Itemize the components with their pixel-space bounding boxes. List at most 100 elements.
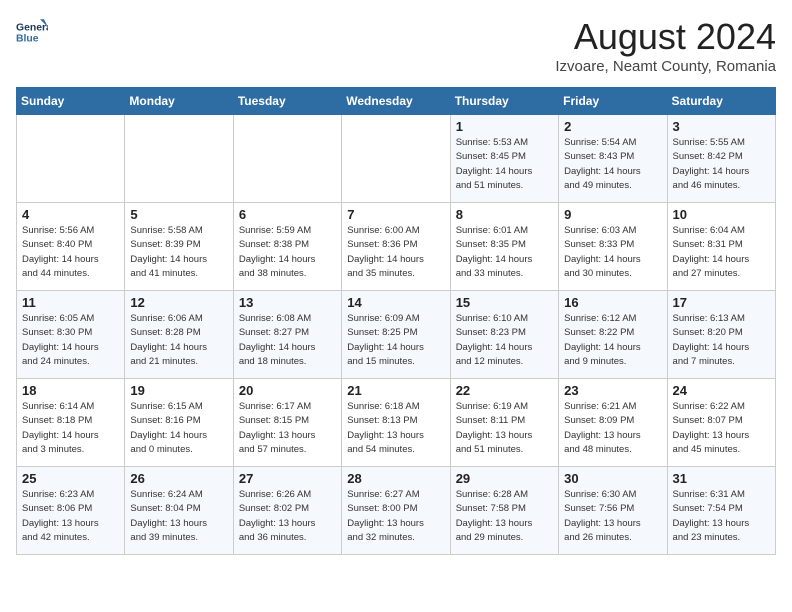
weekday-header-monday: Monday xyxy=(125,88,233,115)
day-info: Sunrise: 5:54 AMSunset: 8:43 PMDaylight:… xyxy=(564,136,661,193)
day-number: 18 xyxy=(22,383,119,398)
calendar-cell: 11 Sunrise: 6:05 AMSunset: 8:30 PMDayligh… xyxy=(17,291,125,379)
day-info: Sunrise: 6:19 AMSunset: 8:11 PMDaylight:… xyxy=(456,400,553,457)
day-number: 2 xyxy=(564,119,661,134)
day-number: 7 xyxy=(347,207,444,222)
day-number: 19 xyxy=(130,383,227,398)
weekday-header-saturday: Saturday xyxy=(667,88,775,115)
svg-text:General: General xyxy=(16,22,48,33)
day-number: 11 xyxy=(22,295,119,310)
day-info: Sunrise: 6:17 AMSunset: 8:15 PMDaylight:… xyxy=(239,400,336,457)
day-info: Sunrise: 6:26 AMSunset: 8:02 PMDaylight:… xyxy=(239,488,336,545)
day-number: 1 xyxy=(456,119,553,134)
day-number: 31 xyxy=(673,471,770,486)
calendar-cell: 19 Sunrise: 6:15 AMSunset: 8:16 PMDayligh… xyxy=(125,379,233,467)
day-info: Sunrise: 6:04 AMSunset: 8:31 PMDaylight:… xyxy=(673,224,770,281)
day-number: 6 xyxy=(239,207,336,222)
day-info: Sunrise: 5:58 AMSunset: 8:39 PMDaylight:… xyxy=(130,224,227,281)
calendar-table: SundayMondayTuesdayWednesdayThursdayFrid… xyxy=(16,87,776,555)
calendar-cell: 1 Sunrise: 5:53 AMSunset: 8:45 PMDaylight… xyxy=(450,115,558,203)
day-info: Sunrise: 6:28 AMSunset: 7:58 PMDaylight:… xyxy=(456,488,553,545)
calendar-cell: 21 Sunrise: 6:18 AMSunset: 8:13 PMDayligh… xyxy=(342,379,450,467)
calendar-cell: 5 Sunrise: 5:58 AMSunset: 8:39 PMDaylight… xyxy=(125,203,233,291)
day-number: 16 xyxy=(564,295,661,310)
calendar-cell: 26 Sunrise: 6:24 AMSunset: 8:04 PMDayligh… xyxy=(125,467,233,555)
day-number: 24 xyxy=(673,383,770,398)
day-info: Sunrise: 6:21 AMSunset: 8:09 PMDaylight:… xyxy=(564,400,661,457)
calendar-cell: 12 Sunrise: 6:06 AMSunset: 8:28 PMDayligh… xyxy=(125,291,233,379)
calendar-cell: 23 Sunrise: 6:21 AMSunset: 8:09 PMDayligh… xyxy=(559,379,667,467)
calendar-cell: 3 Sunrise: 5:55 AMSunset: 8:42 PMDaylight… xyxy=(667,115,775,203)
calendar-cell xyxy=(125,115,233,203)
calendar-cell: 16 Sunrise: 6:12 AMSunset: 8:22 PMDayligh… xyxy=(559,291,667,379)
day-number: 8 xyxy=(456,207,553,222)
calendar-cell: 10 Sunrise: 6:04 AMSunset: 8:31 PMDayligh… xyxy=(667,203,775,291)
day-number: 3 xyxy=(673,119,770,134)
day-number: 28 xyxy=(347,471,444,486)
day-info: Sunrise: 5:56 AMSunset: 8:40 PMDaylight:… xyxy=(22,224,119,281)
calendar-cell: 18 Sunrise: 6:14 AMSunset: 8:18 PMDayligh… xyxy=(17,379,125,467)
day-info: Sunrise: 6:06 AMSunset: 8:28 PMDaylight:… xyxy=(130,312,227,369)
day-number: 9 xyxy=(564,207,661,222)
day-number: 14 xyxy=(347,295,444,310)
logo-icon: General Blue xyxy=(16,16,48,48)
day-info: Sunrise: 6:15 AMSunset: 8:16 PMDaylight:… xyxy=(130,400,227,457)
day-info: Sunrise: 6:14 AMSunset: 8:18 PMDaylight:… xyxy=(22,400,119,457)
calendar-cell: 22 Sunrise: 6:19 AMSunset: 8:11 PMDayligh… xyxy=(450,379,558,467)
title-section: August 2024 Izvoare, Neamt County, Roman… xyxy=(555,16,776,75)
weekday-header-friday: Friday xyxy=(559,88,667,115)
day-number: 27 xyxy=(239,471,336,486)
day-number: 21 xyxy=(347,383,444,398)
month-year: August 2024 xyxy=(555,16,776,58)
day-info: Sunrise: 5:59 AMSunset: 8:38 PMDaylight:… xyxy=(239,224,336,281)
day-info: Sunrise: 6:08 AMSunset: 8:27 PMDaylight:… xyxy=(239,312,336,369)
weekday-header-thursday: Thursday xyxy=(450,88,558,115)
calendar-cell: 28Sunrise: 6:27 AMSunset: 8:00 PMDayligh… xyxy=(342,467,450,555)
day-number: 22 xyxy=(456,383,553,398)
calendar-cell: 30 Sunrise: 6:30 AMSunset: 7:56 PMDayligh… xyxy=(559,467,667,555)
day-info: Sunrise: 6:24 AMSunset: 8:04 PMDaylight:… xyxy=(130,488,227,545)
day-info: Sunrise: 6:30 AMSunset: 7:56 PMDaylight:… xyxy=(564,488,661,545)
day-number: 30 xyxy=(564,471,661,486)
calendar-cell: 31 Sunrise: 6:31 AMSunset: 7:54 PMDayligh… xyxy=(667,467,775,555)
calendar-cell: 9 Sunrise: 6:03 AMSunset: 8:33 PMDaylight… xyxy=(559,203,667,291)
calendar-cell xyxy=(233,115,341,203)
calendar-cell: 15 Sunrise: 6:10 AMSunset: 8:23 PMDayligh… xyxy=(450,291,558,379)
day-number: 12 xyxy=(130,295,227,310)
day-info: Sunrise: 6:22 AMSunset: 8:07 PMDaylight:… xyxy=(673,400,770,457)
calendar-cell: 20 Sunrise: 6:17 AMSunset: 8:15 PMDayligh… xyxy=(233,379,341,467)
calendar-cell: 24 Sunrise: 6:22 AMSunset: 8:07 PMDayligh… xyxy=(667,379,775,467)
weekday-header-sunday: Sunday xyxy=(17,88,125,115)
weekday-header-tuesday: Tuesday xyxy=(233,88,341,115)
calendar-cell: 27 Sunrise: 6:26 AMSunset: 8:02 PMDayligh… xyxy=(233,467,341,555)
calendar-cell: 7Sunrise: 6:00 AMSunset: 8:36 PMDaylight… xyxy=(342,203,450,291)
day-number: 5 xyxy=(130,207,227,222)
day-number: 23 xyxy=(564,383,661,398)
day-info: Sunrise: 6:13 AMSunset: 8:20 PMDaylight:… xyxy=(673,312,770,369)
calendar-cell: 14 Sunrise: 6:09 AMSunset: 8:25 PMDayligh… xyxy=(342,291,450,379)
day-info: Sunrise: 6:03 AMSunset: 8:33 PMDaylight:… xyxy=(564,224,661,281)
day-number: 29 xyxy=(456,471,553,486)
calendar-cell xyxy=(342,115,450,203)
weekday-header-wednesday: Wednesday xyxy=(342,88,450,115)
day-number: 20 xyxy=(239,383,336,398)
day-info: Sunrise: 5:53 AMSunset: 8:45 PMDaylight:… xyxy=(456,136,553,193)
day-number: 15 xyxy=(456,295,553,310)
day-info: Sunrise: 6:12 AMSunset: 8:22 PMDaylight:… xyxy=(564,312,661,369)
day-info: Sunrise: 6:18 AMSunset: 8:13 PMDaylight:… xyxy=(347,400,444,457)
day-number: 10 xyxy=(673,207,770,222)
location: Izvoare, Neamt County, Romania xyxy=(555,58,776,75)
day-number: 25 xyxy=(22,471,119,486)
day-info: Sunrise: 6:31 AMSunset: 7:54 PMDaylight:… xyxy=(673,488,770,545)
day-info: Sunrise: 5:55 AMSunset: 8:42 PMDaylight:… xyxy=(673,136,770,193)
header: General Blue August 2024 Izvoare, Neamt … xyxy=(16,16,776,75)
day-info: Sunrise: 6:10 AMSunset: 8:23 PMDaylight:… xyxy=(456,312,553,369)
calendar-cell: 2 Sunrise: 5:54 AMSunset: 8:43 PMDaylight… xyxy=(559,115,667,203)
calendar-cell: 25Sunrise: 6:23 AMSunset: 8:06 PMDayligh… xyxy=(17,467,125,555)
calendar-cell: 29 Sunrise: 6:28 AMSunset: 7:58 PMDayligh… xyxy=(450,467,558,555)
day-info: Sunrise: 6:09 AMSunset: 8:25 PMDaylight:… xyxy=(347,312,444,369)
logo: General Blue xyxy=(16,16,48,48)
day-number: 26 xyxy=(130,471,227,486)
day-info: Sunrise: 6:05 AMSunset: 8:30 PMDaylight:… xyxy=(22,312,119,369)
calendar-cell: 6 Sunrise: 5:59 AMSunset: 8:38 PMDaylight… xyxy=(233,203,341,291)
